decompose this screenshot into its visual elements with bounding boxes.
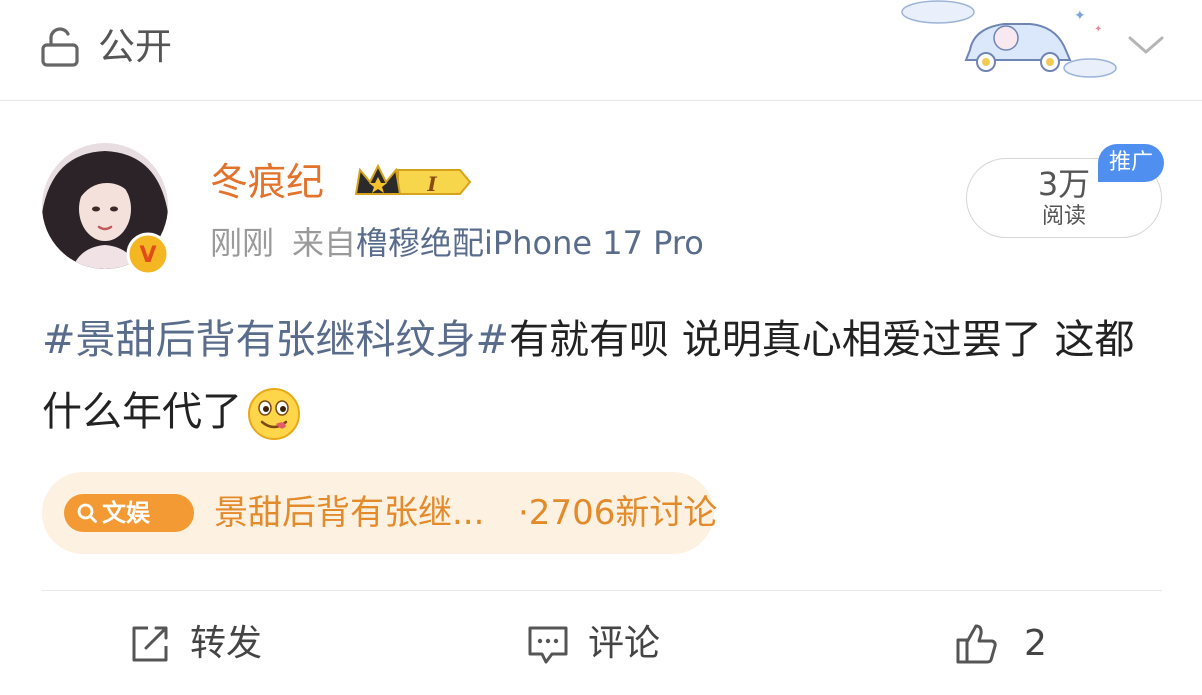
crown-member-badge[interactable]: I [352,160,472,204]
read-label: 阅读 [1041,204,1086,229]
svg-text:✦: ✦ [1074,8,1086,24]
chevron-down-icon[interactable] [1126,30,1166,60]
topic-category-tag: 文娱 [64,494,194,532]
thumbs-up-icon [956,624,997,664]
author-name[interactable]: 冬痕纪 [210,158,324,206]
repost-button[interactable]: 转发 [128,616,308,672]
search-icon [77,503,97,523]
car-cloud-decoration: ✦ ✦ [901,0,1117,78]
drooling-face-emoji-icon [248,388,300,440]
post-meta: 刚刚 来自橹穆绝配iPhone 17 Pro [210,222,704,264]
post-time: 刚刚 [210,224,275,262]
repost-icon [132,626,168,662]
source-device[interactable]: 橹穆绝配iPhone 17 Pro [356,224,704,262]
svg-text:✦: ✦ [1094,24,1102,35]
like-count: 2 [1024,623,1047,664]
top-bar: 公开 ✦ ✦ [0,0,1202,101]
topic-card[interactable]: 文娱 景甜后背有张继... ·2706新讨论 [42,472,718,554]
verified-badge-letter: V [139,243,156,268]
visibility-label[interactable]: 公开 [98,24,172,70]
comment-label: 评论 [588,623,661,664]
topic-title: 景甜后背有张继... [214,493,485,533]
comment-button[interactable]: 评论 [526,616,706,672]
post-hashtag[interactable]: #景甜后背有张继科纹身# [42,317,509,363]
comment-icon [528,626,568,664]
like-button[interactable]: 2 [954,616,1074,672]
post-body: #景甜后背有张继科纹身#有就有呗 说明真心相爱过罢了 这都什么年代了 [42,304,1162,448]
source-prefix: 来自 [292,224,357,262]
member-level: I [426,172,437,196]
weibo-post-page: 公开 ✦ ✦ V 冬痕纪 I 刚刚 来自橹穆绝配iPhone 17 Pro 3万… [0,0,1202,695]
promo-tag[interactable]: 推广 [1098,144,1164,182]
repost-label: 转发 [190,623,263,664]
topic-discussion-count: ·2706新讨论 [518,493,718,533]
topic-category-label: 文娱 [102,499,150,527]
unlock-icon [41,27,79,67]
verified-badge-icon: V [126,232,170,276]
divider [42,590,1162,591]
